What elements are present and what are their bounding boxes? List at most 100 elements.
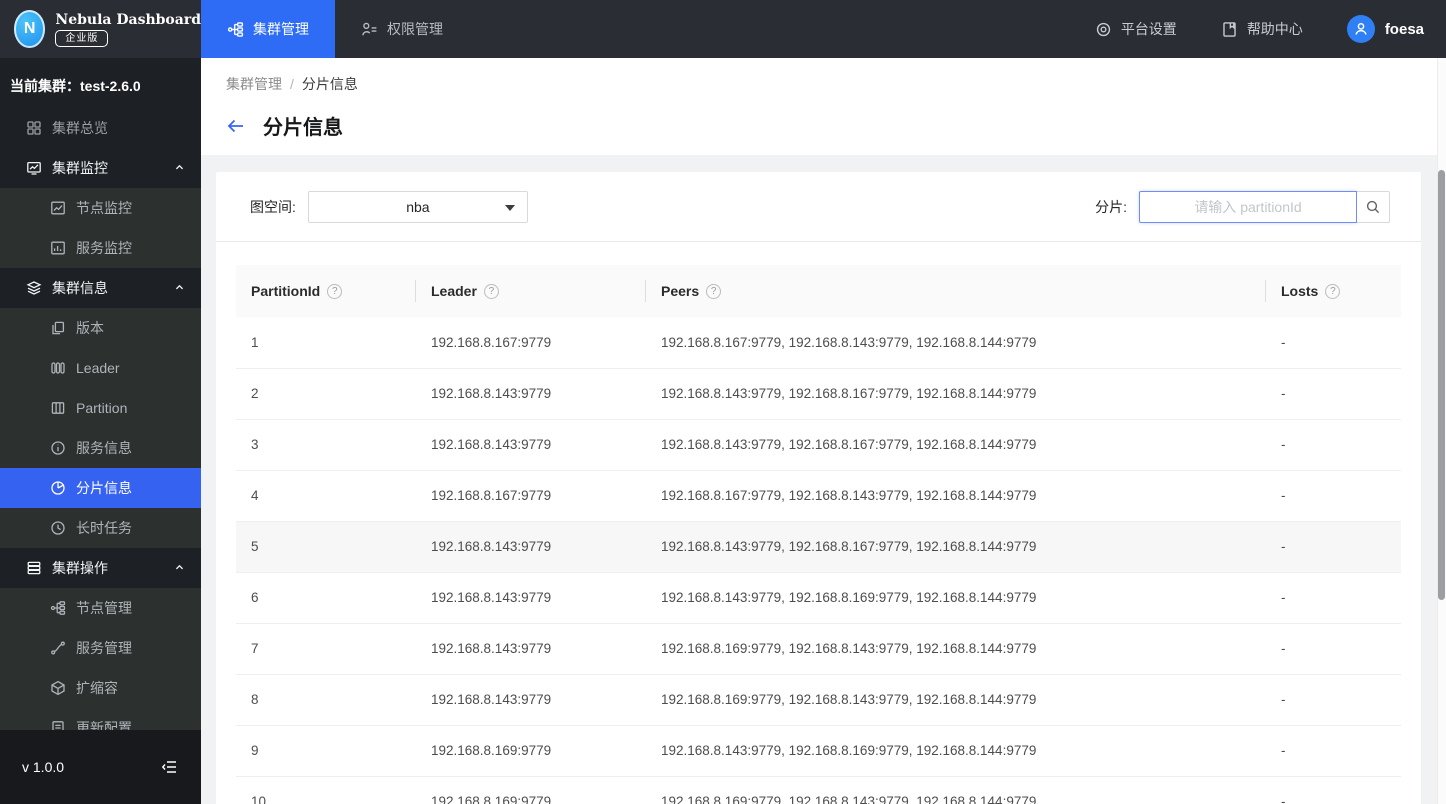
col-losts: Losts? <box>1266 265 1401 317</box>
cell-losts: - <box>1266 623 1401 675</box>
sidebar-item-label: 服务信息 <box>76 440 132 456</box>
sidebar-group-cluster-operations[interactable]: 集群操作 <box>0 548 201 588</box>
cell-losts: - <box>1266 572 1401 624</box>
sidebar-item-label: 扩缩容 <box>76 680 118 696</box>
user-name: foesa <box>1384 20 1424 38</box>
grid-icon <box>27 121 41 135</box>
edition-badge: 企业版 <box>55 29 109 47</box>
sidebar-item-service-monitoring[interactable]: 服务监控 <box>0 228 201 268</box>
cell-losts: - <box>1266 368 1401 420</box>
help-circle-icon[interactable]: ? <box>483 283 499 299</box>
cell-losts: - <box>1266 419 1401 471</box>
menu-fold-icon[interactable] <box>161 758 179 776</box>
sidebar-item-long-tasks[interactable]: 长时任务 <box>0 508 201 548</box>
nebula-logo-icon: N <box>14 10 46 48</box>
table-row: 5 192.168.8.143:9779 192.168.8.143:9779,… <box>236 521 1401 573</box>
search-button[interactable] <box>1357 190 1390 223</box>
cell-partition-id: 2 <box>236 368 416 420</box>
cell-peers: 192.168.8.143:9779, 192.168.8.169:9779, … <box>646 572 1266 624</box>
help-book-icon <box>1223 21 1236 37</box>
partition-input[interactable] <box>1139 190 1357 223</box>
database-icon <box>27 561 41 575</box>
sidebar-item-label: 服务管理 <box>76 640 132 656</box>
arrow-left-icon <box>227 119 243 132</box>
table-row: 7 192.168.8.143:9779 192.168.8.169:9779,… <box>236 623 1401 675</box>
space-label: 图空间: <box>250 198 296 215</box>
user-icon <box>1355 23 1367 35</box>
user-menu[interactable]: foesa <box>1346 15 1424 43</box>
cell-leader: 192.168.8.169:9779 <box>416 725 646 777</box>
col-partition-id: PartitionId? <box>236 265 416 317</box>
tab-label: 权限管理 <box>387 21 443 37</box>
cell-leader: 192.168.8.167:9779 <box>416 317 646 369</box>
cell-losts: - <box>1266 470 1401 522</box>
search-icon <box>1366 200 1380 213</box>
app-version: v 1.0.0 <box>22 759 65 775</box>
cell-peers: 192.168.8.169:9779, 192.168.8.143:9779, … <box>646 623 1266 675</box>
sidebar-item-label: Leader <box>76 360 120 376</box>
breadcrumb-parent[interactable]: 集群管理 <box>226 74 282 94</box>
submenu-cluster-operations: 节点管理 服务管理 扩缩容 更新配置 <box>0 588 201 748</box>
sidebar-item-partition-info[interactable]: 分片信息 <box>0 468 201 508</box>
sidebar-group-label: 集群信息 <box>52 280 108 296</box>
sidebar-item-node-monitoring[interactable]: 节点监控 <box>0 188 201 228</box>
sidebar-item-scaling[interactable]: 扩缩容 <box>0 668 201 708</box>
sidebar-item-service-info[interactable]: 服务信息 <box>0 428 201 468</box>
sidebar-item-label: Partition <box>76 400 128 416</box>
user-permissions-icon <box>362 22 377 36</box>
cell-partition-id: 1 <box>236 317 416 369</box>
scrollbar-track[interactable] <box>1437 58 1446 804</box>
partition-label: 分片: <box>1095 198 1127 215</box>
tab-label: 集群管理 <box>253 21 309 37</box>
back-button[interactable] <box>226 116 246 136</box>
header-right: 平台设置 帮助中心 foesa <box>1095 0 1446 58</box>
sidebar-item-partition[interactable]: Partition <box>0 388 201 428</box>
sidebar-item-leader[interactable]: Leader <box>0 348 201 388</box>
monitor-icon <box>27 161 41 175</box>
user-avatar <box>1346 15 1375 43</box>
current-cluster-value: test-2.6.0 <box>80 78 141 94</box>
table-row: 6 192.168.8.143:9779 192.168.8.143:9779,… <box>236 572 1401 624</box>
page-title: 分片信息 <box>263 117 343 139</box>
space-select[interactable]: nba <box>307 190 528 223</box>
scrollbar-thumb[interactable] <box>1438 170 1445 600</box>
tab-cluster-management[interactable]: 集群管理 <box>201 0 335 58</box>
cell-peers: 192.168.8.169:9779, 192.168.8.143:9779, … <box>646 674 1266 726</box>
cube-icon <box>51 680 65 696</box>
table-row: 2 192.168.8.143:9779 192.168.8.143:9779,… <box>236 368 1401 420</box>
col-label: PartitionId <box>251 283 321 299</box>
help-circle-icon[interactable]: ? <box>706 283 722 299</box>
table-wrap: PartitionId? Leader? Peers? Losts? 1 192… <box>216 242 1421 804</box>
cell-partition-id: 4 <box>236 470 416 522</box>
tab-permission-management[interactable]: 权限管理 <box>335 0 469 58</box>
col-label: Leader <box>431 283 477 299</box>
help-center-link[interactable]: 帮助中心 <box>1221 19 1303 39</box>
bar-chart-icon <box>51 241 65 255</box>
cell-leader: 192.168.8.143:9779 <box>416 419 646 471</box>
table-row: 8 192.168.8.143:9779 192.168.8.169:9779,… <box>236 674 1401 726</box>
cell-leader: 192.168.8.143:9779 <box>416 572 646 624</box>
sidebar-item-label: 节点管理 <box>76 600 132 616</box>
sidebar-group-cluster-monitoring[interactable]: 集群监控 <box>0 148 201 188</box>
help-circle-icon[interactable]: ? <box>327 283 343 299</box>
top-header: N Nebula Dashboard 企业版 集群管理 权限管理 平台设置 帮助… <box>0 0 1446 58</box>
api-icon <box>51 641 65 655</box>
cell-partition-id: 6 <box>236 572 416 624</box>
chevron-up-icon <box>174 560 185 576</box>
sidebar-item-node-management[interactable]: 节点管理 <box>0 588 201 628</box>
cell-losts: - <box>1266 521 1401 573</box>
brand-text: Nebula Dashboard 企业版 <box>55 12 201 47</box>
help-circle-icon[interactable]: ? <box>1325 283 1341 299</box>
copy-icon <box>52 321 65 335</box>
current-cluster-label: 当前集群： <box>10 78 80 94</box>
sidebar-item-label: 集群总览 <box>52 120 108 136</box>
sidebar-item-version[interactable]: 版本 <box>0 308 201 348</box>
platform-settings-link[interactable]: 平台设置 <box>1095 19 1177 39</box>
sidebar-item-service-management[interactable]: 服务管理 <box>0 628 201 668</box>
sidebar-group-cluster-info[interactable]: 集群信息 <box>0 268 201 308</box>
partition-table: PartitionId? Leader? Peers? Losts? 1 192… <box>236 265 1401 804</box>
line-chart-icon <box>51 201 65 215</box>
sidebar-item-cluster-overview[interactable]: 集群总览 <box>0 108 201 148</box>
partition-filter: 分片: <box>1095 190 1390 223</box>
product-name: Nebula Dashboard <box>55 11 201 28</box>
